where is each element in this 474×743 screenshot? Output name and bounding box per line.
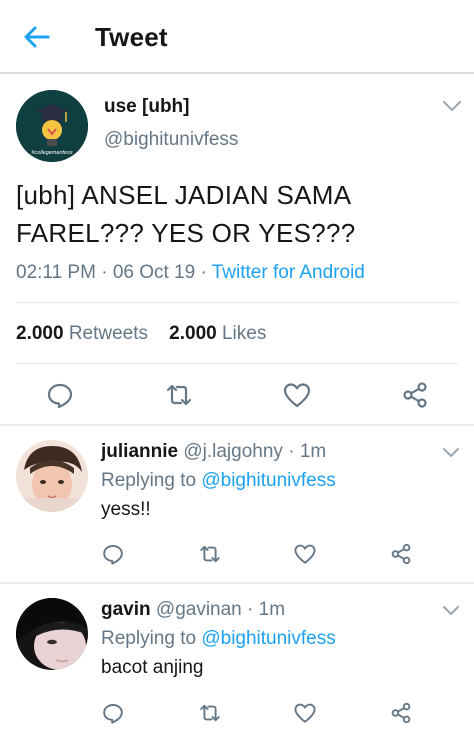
- share-icon[interactable]: [389, 701, 413, 725]
- top-bar: Tweet: [0, 0, 474, 74]
- avatar[interactable]: [16, 598, 88, 670]
- tweet-text: [ubh] ANSEL JADIAN SAMA FAREL??? YES OR …: [16, 180, 356, 248]
- reply-header: juliannie @j.lajgohny · 1m: [101, 441, 326, 463]
- avatar[interactable]: [16, 440, 88, 512]
- replying-to-handle[interactable]: @bighitunivfess: [201, 628, 335, 649]
- comment-icon[interactable]: [45, 380, 75, 410]
- dot-separator: ·: [288, 441, 295, 462]
- comment-icon[interactable]: [101, 542, 125, 566]
- replying-to: Replying to @bighitunivfess: [101, 470, 336, 492]
- reply-text: yess!!: [101, 499, 151, 520]
- author-handle[interactable]: @bighitunivfess: [104, 129, 238, 151]
- tweet-time: 02:11 PM: [16, 262, 96, 283]
- avatar[interactable]: #collegemanfess: [16, 90, 88, 162]
- reply-tweet[interactable]: gavin @gavinan · 1m Replying to @bighitu…: [0, 584, 474, 743]
- tweet-source[interactable]: Twitter for Android: [212, 262, 365, 283]
- author-handle[interactable]: @gavinan: [156, 599, 242, 620]
- author-handle[interactable]: @j.lajgohny: [183, 441, 283, 462]
- author-name[interactable]: juliannie: [101, 441, 178, 462]
- comment-icon[interactable]: [101, 701, 125, 725]
- page-title: Tweet: [95, 22, 168, 52]
- dot-separator: ·: [247, 599, 254, 620]
- replying-to: Replying to @bighitunivfess: [101, 628, 336, 650]
- replying-to-handle[interactable]: @bighitunivfess: [201, 470, 335, 491]
- retweets-count[interactable]: 2.000: [16, 323, 64, 344]
- share-icon[interactable]: [389, 542, 413, 566]
- chevron-down-icon[interactable]: [442, 99, 462, 113]
- reply-tweet[interactable]: juliannie @j.lajgohny · 1m Replying to @…: [0, 426, 474, 582]
- retweet-icon[interactable]: [198, 701, 222, 725]
- likes-count[interactable]: 2.000: [169, 323, 217, 344]
- share-icon[interactable]: [400, 380, 430, 410]
- reply-header: gavin @gavinan · 1m: [101, 599, 285, 621]
- heart-icon[interactable]: [293, 701, 317, 725]
- divider: [16, 302, 458, 303]
- tweet-date: 06 Oct 19: [112, 262, 196, 283]
- reply-time: 1m: [299, 441, 327, 462]
- replying-label: Replying to: [101, 628, 197, 649]
- meta-separator: ·: [195, 262, 212, 283]
- author-name[interactable]: use [ubh]: [104, 96, 190, 118]
- likes-label[interactable]: Likes: [222, 323, 266, 344]
- tweet-meta: 02:11 PM · 06 Oct 19 · Twitter for Andro…: [16, 262, 365, 284]
- retweet-icon[interactable]: [198, 542, 222, 566]
- reply-time: 1m: [258, 599, 286, 620]
- back-arrow-icon[interactable]: [22, 22, 52, 52]
- retweet-icon[interactable]: [164, 380, 194, 410]
- main-tweet: #collegemanfess use [ubh] @bighitunivfes…: [0, 76, 474, 422]
- chevron-down-icon[interactable]: [442, 604, 460, 616]
- replying-label: Replying to: [101, 470, 197, 491]
- reply-text: bacot anjing: [101, 657, 204, 678]
- avatar-caption: #collegemanfess: [31, 150, 73, 156]
- tweet-stats: 2.000 Retweets 2.000 Likes: [16, 323, 266, 345]
- heart-icon[interactable]: [282, 380, 312, 410]
- meta-separator: ·: [95, 262, 113, 283]
- divider: [16, 363, 458, 364]
- chevron-down-icon[interactable]: [442, 446, 460, 458]
- heart-icon[interactable]: [293, 542, 317, 566]
- retweets-label[interactable]: Retweets: [69, 323, 148, 344]
- author-name[interactable]: gavin: [101, 599, 151, 620]
